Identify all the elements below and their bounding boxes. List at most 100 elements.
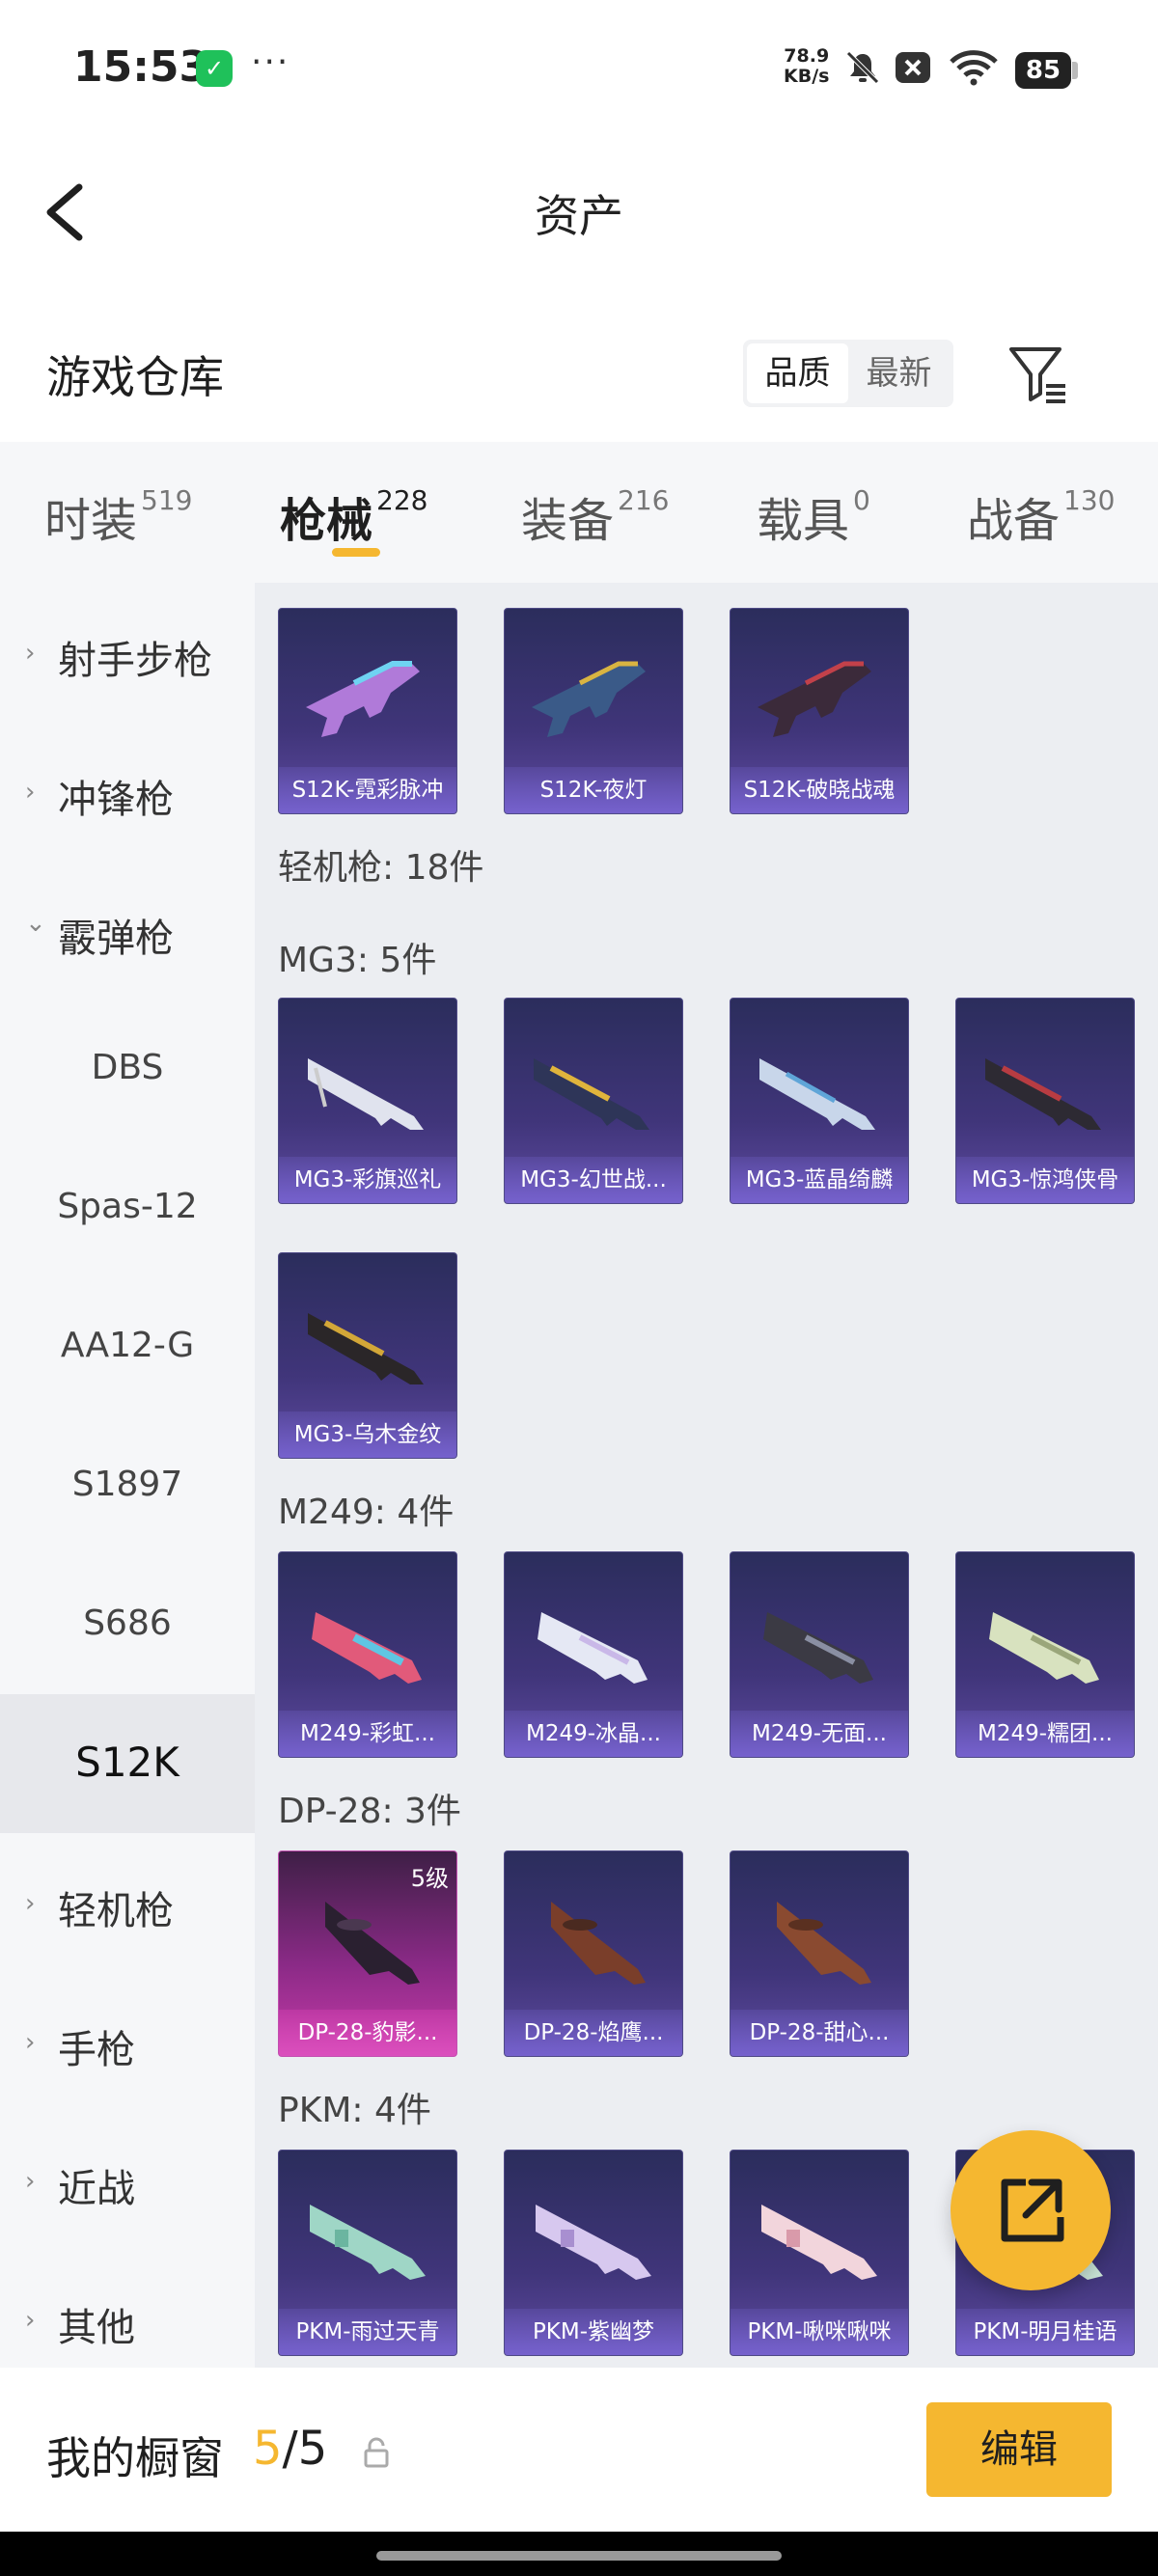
skin-card[interactable]: S12K-夜灯 <box>504 608 683 814</box>
sidebar-item-lmg[interactable]: › 轻机枪 <box>0 1833 255 1972</box>
tab-supplies[interactable]: 战备 130 <box>967 482 1115 550</box>
skin-name: PKM-紫幽梦 <box>505 2309 682 2355</box>
skin-card[interactable]: DP-28-焰鹰... <box>504 1850 683 2057</box>
sort-newest-button[interactable]: 最新 <box>848 343 950 403</box>
skin-name: S12K-破晓战魂 <box>731 767 908 813</box>
gun-icon <box>325 1902 420 1985</box>
gun-icon <box>534 1058 649 1130</box>
page-title: 资产 <box>535 190 623 242</box>
skin-card[interactable]: MG3-幻世战... <box>504 998 683 1204</box>
sidebar-item-melee[interactable]: › 近战 <box>0 2111 255 2250</box>
sidebar-item-marksman-rifle[interactable]: › 射手步枪 <box>0 583 255 722</box>
category-tabs: 时装 519 枪械 228 装备 216 载具 0 战备 130 <box>0 442 1158 583</box>
active-tab-indicator <box>332 548 380 557</box>
share-button[interactable] <box>951 2130 1111 2290</box>
sidebar-sub-spas12[interactable]: Spas-12 <box>0 1138 255 1277</box>
x-icon <box>896 52 930 83</box>
weapon-skin-grid: S12K-霓彩脉冲 S12K-夜灯 S12K-破晓战魂 轻机枪: 18件 MG3… <box>255 583 1158 2368</box>
tab-label: 载具 <box>757 494 850 548</box>
tab-label: 战备 <box>967 494 1061 548</box>
sidebar-item-label: 射手步枪 <box>58 639 212 683</box>
sidebar-item-label: 其他 <box>58 2306 135 2350</box>
chevron-right-icon: › <box>25 778 36 807</box>
tab-label: 枪械 <box>280 494 373 548</box>
sidebar-sub-dbs[interactable]: DBS <box>0 1000 255 1138</box>
skin-card[interactable]: 5级 DP-28-豹影... <box>278 1850 457 2057</box>
gun-icon <box>763 1612 873 1684</box>
skin-name: DP-28-焰鹰... <box>505 2010 682 2056</box>
skin-name: MG3-蓝晶绮麟 <box>731 1157 908 1203</box>
group-label-dp28: DP-28: 3件 <box>278 1792 461 1831</box>
sidebar-item-label: 手枪 <box>58 2028 135 2072</box>
skin-card[interactable]: M249-彩虹... <box>278 1551 457 1758</box>
chevron-right-icon: › <box>25 639 36 668</box>
home-indicator[interactable] <box>376 2551 782 2561</box>
sidebar-sub-label: S1897 <box>71 1465 183 1504</box>
tab-label: 时装 <box>44 494 138 548</box>
showcase-label: 我的橱窗 <box>46 2432 224 2484</box>
skin-name: MG3-彩旗巡礼 <box>279 1157 456 1203</box>
tab-equipment[interactable]: 装备 216 <box>521 482 669 550</box>
shield-icon: ✓ <box>196 50 233 87</box>
skin-card[interactable]: M249-冰晶... <box>504 1551 683 1758</box>
status-time: 15:53 <box>73 42 209 92</box>
sidebar-sub-s12k[interactable]: S12K <box>0 1694 255 1833</box>
sidebar-item-smg[interactable]: › 冲锋枪 <box>0 722 255 861</box>
skin-card[interactable]: MG3-蓝晶绮麟 <box>730 998 909 1204</box>
skin-name: MG3-惊鸿侠骨 <box>956 1157 1134 1203</box>
tab-count: 216 <box>618 484 670 516</box>
gun-icon <box>551 1902 646 1985</box>
sort-quality-button[interactable]: 品质 <box>747 343 848 403</box>
skin-card[interactable]: MG3-乌木金纹 <box>278 1252 457 1459</box>
sidebar-sub-s686[interactable]: S686 <box>0 1555 255 1694</box>
tab-guns[interactable]: 枪械 228 <box>280 482 427 550</box>
skin-card[interactable]: DP-28-甜心... <box>730 1850 909 2057</box>
showcase-total: 5 <box>297 2422 328 2476</box>
gun-icon <box>306 661 420 737</box>
system-nav-bar <box>0 2532 1158 2576</box>
sidebar-sub-label: Spas-12 <box>57 1187 198 1226</box>
skin-card[interactable]: PKM-啾咪啾咪 <box>730 2150 909 2356</box>
skin-card[interactable]: PKM-紫幽梦 <box>504 2150 683 2356</box>
filter-icon[interactable] <box>1004 340 1071 407</box>
speed-value: 78.9 <box>784 45 830 67</box>
sidebar-item-shotgun[interactable]: ⌄ 霰弹枪 <box>0 861 255 1000</box>
skin-name: M249-彩虹... <box>279 1711 456 1757</box>
gun-icon <box>985 1058 1101 1130</box>
tab-fashion[interactable]: 时装 519 <box>44 482 192 550</box>
sidebar-item-label: 近战 <box>58 2167 135 2211</box>
sidebar-sub-label: DBS <box>91 1048 164 1087</box>
skin-card[interactable]: S12K-破晓战魂 <box>730 608 909 814</box>
skin-card[interactable]: M249-糯团... <box>955 1551 1135 1758</box>
gun-icon <box>538 1612 648 1684</box>
gun-icon <box>758 661 871 737</box>
wifi-icon <box>950 50 998 86</box>
group-label-pkm: PKM: 4件 <box>278 2091 431 2130</box>
edit-button[interactable]: 编辑 <box>926 2402 1112 2497</box>
skin-card[interactable]: S12K-霓彩脉冲 <box>278 608 457 814</box>
skin-name: M249-糯团... <box>956 1711 1134 1757</box>
chevron-down-icon: ⌄ <box>25 909 46 938</box>
skin-card[interactable]: MG3-彩旗巡礼 <box>278 998 457 1204</box>
showcase-current: 5 <box>253 2422 283 2476</box>
gun-icon <box>759 1058 875 1130</box>
group-label-lmg: 轻机枪: 18件 <box>278 848 484 888</box>
warehouse-title: 游戏仓库 <box>46 351 224 403</box>
skin-card[interactable]: MG3-惊鸿侠骨 <box>955 998 1135 1204</box>
gun-icon <box>312 1612 422 1684</box>
more-dots-icon: ··· <box>251 42 290 82</box>
group-label-mg3: MG3: 5件 <box>278 941 437 980</box>
tab-vehicles[interactable]: 载具 0 <box>757 482 870 550</box>
sidebar-item-label: 霰弹枪 <box>58 917 174 961</box>
gun-icon <box>532 661 646 737</box>
skin-card[interactable]: M249-无面... <box>730 1551 909 1758</box>
skin-name: M249-冰晶... <box>505 1711 682 1757</box>
tab-count: 519 <box>141 484 193 516</box>
sidebar-sub-s1897[interactable]: S1897 <box>0 1416 255 1555</box>
weapon-sidebar: › 射手步枪 › 冲锋枪 ⌄ 霰弹枪 DBS Spas-12 AA12-G S1… <box>0 583 255 2368</box>
skin-card[interactable]: PKM-雨过天青 <box>278 2150 457 2356</box>
sidebar-sub-aa12g[interactable]: AA12-G <box>0 1277 255 1416</box>
battery-tip <box>1072 62 1078 79</box>
sidebar-item-pistol[interactable]: › 手枪 <box>0 1972 255 2111</box>
skin-name: PKM-啾咪啾咪 <box>731 2309 908 2355</box>
